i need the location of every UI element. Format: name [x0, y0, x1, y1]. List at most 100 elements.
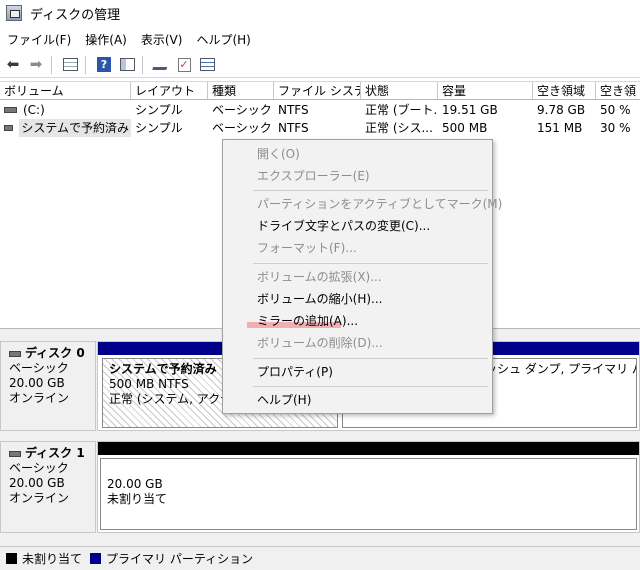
disk-icon — [9, 450, 21, 457]
grid-view-icon — [62, 58, 78, 71]
toolbar-separator — [51, 55, 52, 74]
title-bar: ディスクの管理 — [0, 0, 640, 26]
column-header-layout[interactable]: レイアウト — [131, 82, 208, 99]
free-space-cell: 9.78 GB — [537, 103, 586, 117]
column-header-volume[interactable]: ボリューム — [0, 82, 131, 99]
menu-bar: ファイル(F) 操作(A) 表示(V) ヘルプ(H) — [0, 28, 640, 50]
disk-management-icon — [6, 5, 22, 21]
help-icon: ? — [97, 57, 111, 72]
column-header-free-space[interactable]: 空き領域 — [533, 82, 596, 99]
drive-icon — [4, 125, 14, 131]
layout-cell: シンプル — [135, 103, 183, 117]
menu-item-add-mirror[interactable]: ミラーの追加(A)... — [223, 310, 492, 332]
disk-1-type: ベーシック — [9, 461, 69, 475]
volume-cell: システムで予約済み — [0, 119, 131, 137]
context-menu: 開く(O) エクスプローラー(E) パーティションをアクティブとしてマーク(M)… — [222, 139, 502, 414]
menu-file[interactable]: ファイル(F) — [0, 31, 78, 48]
filesystem-cell: NTFS — [278, 103, 309, 117]
table-row[interactable]: (C:) シンプル ベーシック NTFS 正常 (ブート... 19.51 GB… — [0, 101, 640, 119]
list-view-button[interactable] — [117, 55, 137, 75]
status-cell: 正常 (シス... — [365, 121, 433, 135]
column-header-capacity[interactable]: 容量 — [438, 82, 533, 99]
properties-icon — [199, 58, 215, 71]
status-cell: 正常 (ブート... — [365, 103, 438, 117]
volume-table: (C:) シンプル ベーシック NTFS 正常 (ブート... 19.51 GB… — [0, 101, 640, 137]
legend-primary-partition: プライマリ パーティション — [106, 552, 254, 566]
menu-item-properties[interactable]: プロパティ(P) — [223, 361, 492, 383]
menu-item-help[interactable]: ヘルプ(H) — [223, 389, 492, 411]
unallocated-status: 未割り当て — [107, 492, 168, 506]
help-button[interactable]: ? — [94, 55, 114, 75]
column-header-filesystem[interactable]: ファイル システム — [274, 82, 361, 99]
toolbar: ⬅ ➡ ? ✓ — [0, 52, 640, 78]
type-cell: ベーシック — [212, 121, 272, 135]
menu-view[interactable]: 表示(V) — [134, 31, 190, 48]
legend: 未割り当て プライマリ パーティション — [0, 546, 640, 570]
menu-separator — [253, 190, 488, 191]
menu-separator — [253, 386, 488, 387]
check-icon: ✓ — [177, 57, 191, 72]
disk-0-size: 20.00 GB — [9, 376, 65, 390]
menu-item-shrink-volume[interactable]: ボリュームの縮小(H)... — [223, 288, 492, 310]
column-header-type[interactable]: 種類 — [208, 82, 274, 99]
menu-item-format[interactable]: フォーマット(F)... — [223, 237, 492, 259]
column-header-free-percent[interactable]: 空き領 — [596, 82, 640, 99]
volume-table-header: ボリューム レイアウト 種類 ファイル システム 状態 容量 空き領域 空き領 — [0, 81, 640, 100]
connect-icon — [152, 59, 170, 70]
disk-0-status: オンライン — [9, 391, 70, 405]
capacity-cell: 500 MB — [442, 121, 488, 135]
volume-cell: (C:) — [0, 101, 131, 119]
toolbar-separator — [85, 55, 86, 74]
menu-separator — [253, 358, 488, 359]
unallocated-swatch — [6, 553, 17, 564]
disk-0-name: ディスク 0 — [25, 346, 85, 360]
capacity-cell: 19.51 GB — [442, 103, 498, 117]
unallocated-bar — [98, 442, 639, 455]
grid-view-button[interactable] — [60, 55, 80, 75]
unallocated-size: 20.00 GB — [107, 477, 163, 491]
filesystem-cell: NTFS — [278, 121, 309, 135]
disk-1-size: 20.00 GB — [9, 476, 65, 490]
free-percent-cell: 50 % — [600, 103, 631, 117]
disk-1-name: ディスク 1 — [25, 446, 85, 460]
forward-icon: ➡ — [29, 55, 43, 73]
disk-1-status: オンライン — [9, 491, 70, 505]
menu-item-change-drive-letter[interactable]: ドライブ文字とパスの変更(C)... — [223, 215, 492, 237]
legend-unallocated: 未割り当て — [22, 552, 83, 566]
menu-separator — [253, 263, 488, 264]
connect-button[interactable] — [151, 55, 171, 75]
disk-0-type: ベーシック — [9, 361, 69, 375]
back-icon: ⬅ — [6, 55, 20, 73]
column-header-status[interactable]: 状態 — [361, 82, 438, 99]
free-space-cell: 151 MB — [537, 121, 583, 135]
layout-cell: シンプル — [135, 121, 183, 135]
volume-name: システムで予約済み — [19, 119, 131, 137]
menu-item-explorer[interactable]: エクスプローラー(E) — [223, 165, 492, 187]
menu-item-mark-active[interactable]: パーティションをアクティブとしてマーク(M) — [223, 193, 502, 215]
primary-partition-swatch — [90, 553, 102, 564]
disk-1-info[interactable]: ディスク 1 ベーシック 20.00 GB オンライン — [0, 441, 96, 533]
menu-item-delete-volume[interactable]: ボリュームの削除(D)... — [223, 332, 492, 354]
menu-help[interactable]: ヘルプ(H) — [189, 31, 257, 48]
disk-1-partitions: 20.00 GB 未割り当て — [97, 441, 640, 533]
list-view-icon — [119, 58, 135, 71]
window-title: ディスクの管理 — [30, 7, 121, 23]
menu-action[interactable]: 操作(A) — [78, 31, 134, 48]
drive-icon — [4, 107, 17, 113]
table-row[interactable]: システムで予約済み シンプル ベーシック NTFS 正常 (シス... 500 … — [0, 119, 640, 137]
forward-button[interactable]: ➡ — [26, 55, 46, 75]
type-cell: ベーシック — [212, 103, 272, 117]
back-button[interactable]: ⬅ — [3, 55, 23, 75]
menu-item-open[interactable]: 開く(O) — [223, 143, 492, 165]
free-percent-cell: 30 % — [600, 121, 631, 135]
disk-0-info[interactable]: ディスク 0 ベーシック 20.00 GB オンライン — [0, 341, 96, 431]
disk-1-name-row: ディスク 1 — [9, 446, 95, 461]
disk-1-block: ディスク 1 ベーシック 20.00 GB オンライン 20.00 GB 未割り… — [0, 441, 640, 533]
menu-item-extend-volume[interactable]: ボリュームの拡張(X)... — [223, 266, 492, 288]
unallocated-space[interactable]: 20.00 GB 未割り当て — [100, 458, 637, 530]
toolbar-separator — [142, 55, 143, 74]
volume-name: (C:) — [23, 103, 45, 117]
disk-0-name-row: ディスク 0 — [9, 346, 95, 361]
properties-button[interactable] — [197, 55, 217, 75]
check-button[interactable]: ✓ — [174, 55, 194, 75]
